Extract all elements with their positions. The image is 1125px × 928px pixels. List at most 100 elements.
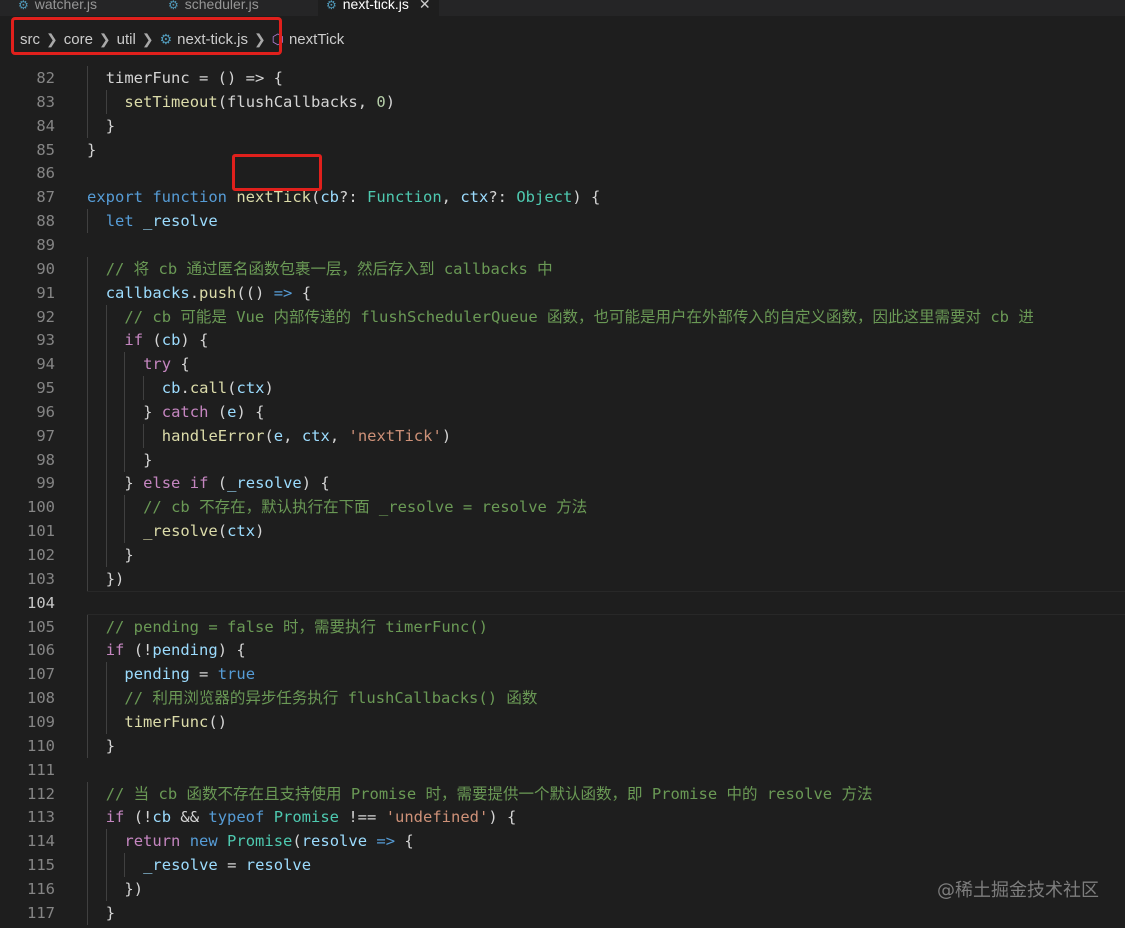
code-line[interactable]: 106 if (!pending) { [0,638,1125,663]
code-line[interactable]: 83 setTimeout(flushCallbacks, 0) [0,89,1125,114]
line-number: 101 [27,522,55,541]
code-token: Promise [227,832,293,851]
code-line[interactable]: 90 // 将 cb 通过匿名函数包裹一层，然后存入到 callbacks 中 [0,256,1125,281]
line-number: 108 [27,689,55,708]
code-token: } [87,140,97,159]
code-line[interactable]: 105 // pending = false 时，需要执行 timerFunc() [0,614,1125,639]
indent-guide [87,66,88,90]
line-number: 94 [36,355,55,374]
code-token: timerFunc = () => { [105,69,283,87]
tab-watcher[interactable]: ⚙ watcher.js [18,0,97,16]
code-line[interactable]: 107 pending = true [0,662,1125,687]
code-line[interactable]: 84} [0,113,1125,138]
code-token: ( [217,522,228,541]
code-token: ctx [460,188,489,207]
code-text: } [106,114,115,138]
code-line[interactable]: 87 export function nextTick(cb?: Function… [0,185,1125,209]
tab-scheduler[interactable]: ⚙ scheduler.js [168,0,259,16]
tab-label: next-tick.js [342,0,409,12]
indent-guide [87,256,88,281]
code-line[interactable]: 104 [0,590,1125,615]
code-token: ) { [180,331,209,350]
close-icon[interactable]: ✕ [419,0,431,12]
code-line[interactable]: 89 [0,233,1125,257]
code-line[interactable]: 109 timerFunc() [0,709,1125,734]
code-text: // 将 cb 通过匿名函数包裹一层，然后存入到 callbacks 中 [106,257,553,281]
code-line[interactable]: 86 [0,161,1125,185]
code-token: if [105,808,134,827]
indent-guide [105,352,107,377]
code-token: if [189,474,218,493]
code-token: () [208,712,228,731]
code-token: Function [367,188,442,207]
code-token: ) { [572,188,601,207]
code-editor[interactable]: 82 timerFunc = () => {83 setTimeout(flushC… [0,60,1125,928]
current-line-highlight [87,590,1125,615]
code-line[interactable]: 117} [0,900,1125,925]
line-number: 98 [36,450,55,469]
indent-guide [87,304,88,329]
code-token: } [143,450,153,469]
breadcrumb-item-symbol[interactable]: nextTick [289,29,344,51]
line-number: 111 [27,760,55,779]
code-token: // 当 cb 函数不存在且支持使用 Promise 时，需要提供一个默认函数，… [105,784,873,803]
code-line[interactable]: 98} [0,447,1125,472]
code-line[interactable]: 91 callbacks.push(() => { [0,280,1125,305]
code-line[interactable]: 110} [0,733,1125,758]
code-text: }) [124,877,143,901]
code-line[interactable]: 92 // cb 可能是 Vue 内部传递的 flushSchedulerQueu… [0,304,1125,329]
code-token: if [124,331,153,350]
tab-label: watcher.js [34,0,98,12]
code-line[interactable]: 85} [0,138,1125,162]
code-line[interactable]: 97 handleError(e, ctx, 'nextTick') [0,423,1125,448]
code-token: && [171,808,209,827]
code-token: resolve [245,856,312,875]
code-line[interactable]: 103}) [0,566,1125,591]
indent-guide [105,829,107,854]
code-line[interactable]: 95 cb.call(ctx) [0,376,1125,401]
code-line[interactable]: 94 try { [0,352,1125,377]
code-token: ctx [236,379,265,398]
code-line[interactable]: 111 [0,758,1125,782]
code-text: timerFunc = () => { [106,66,283,90]
tab-bar: ⚙ watcher.js ⚙ scheduler.js ⚙ next-tick.js ✕ [0,0,1125,16]
code-token: 'nextTick' [348,426,442,445]
line-number: 115 [27,856,55,875]
code-line[interactable]: 99} else if (_resolve) { [0,471,1125,496]
code-line[interactable]: 115 _resolve = resolve [0,853,1125,878]
code-line[interactable]: 108 // 利用浏览器的异步任务执行 flushCallbacks() 函数 [0,686,1125,711]
code-text: // cb 不存在，默认执行在下面 _resolve = resolve 方法 [143,495,587,519]
code-token: ( [264,426,274,445]
code-line[interactable]: 100 // cb 不存在，默认执行在下面 _resolve = resolve … [0,495,1125,520]
code-token: ?: [339,188,367,207]
indent-guide [105,543,107,567]
line-number: 89 [36,235,55,254]
code-line[interactable]: 96} catch (e) { [0,399,1125,424]
indent-guide [124,352,126,377]
code-line[interactable]: 114 return new Promise(resolve => { [0,829,1125,854]
code-token: (() [236,283,274,302]
code-token: new [189,832,228,851]
code-line[interactable]: 118} [0,925,1125,928]
code-token: catch [161,402,209,421]
code-line[interactable]: 93 if (cb) { [0,328,1125,353]
code-token: call [189,379,228,398]
code-line[interactable]: 88 let _resolve [0,209,1125,234]
code-line[interactable]: 113 if (!cb && typeof Promise !== 'undefi… [0,805,1125,830]
tab-next-tick[interactable]: ⚙ next-tick.js ✕ [318,0,439,16]
code-token: => [273,283,293,302]
code-line[interactable]: 102} [0,543,1125,567]
indent-guide [87,614,88,639]
line-number: 116 [27,879,55,898]
gear-file-icon: ⚙ [326,0,337,12]
code-token: = [217,856,246,875]
code-line[interactable]: 82 timerFunc = () => { [0,66,1125,90]
code-token: try [143,355,172,374]
code-line[interactable]: 101 _resolve(ctx) [0,519,1125,544]
line-number: 90 [36,259,55,278]
indent-guide [87,709,88,734]
indent-guide [87,209,88,234]
line-number: 84 [36,116,55,135]
code-token: pending [124,665,190,684]
code-line[interactable]: 112 // 当 cb 函数不存在且支持使用 Promise 时，需要提供一个默认… [0,781,1125,806]
